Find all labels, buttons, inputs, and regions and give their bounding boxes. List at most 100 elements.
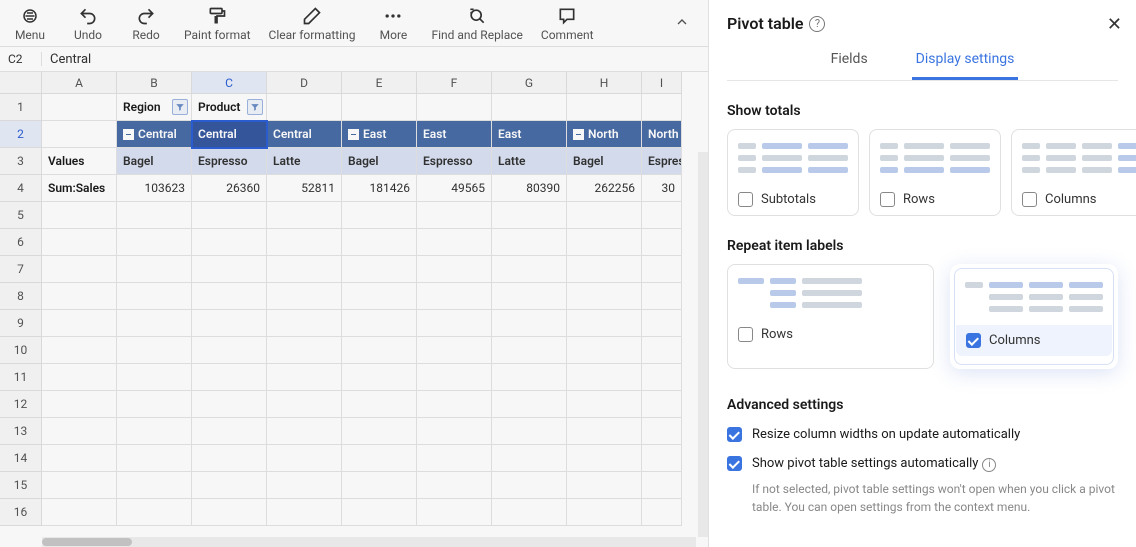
row-header[interactable]: 3 [0, 148, 42, 175]
row-header[interactable]: 12 [0, 391, 42, 418]
row-header[interactable]: 11 [0, 364, 42, 391]
filter-icon[interactable] [247, 99, 263, 115]
region-cell[interactable]: Central [267, 121, 342, 148]
data-cell[interactable]: 103623 [117, 175, 192, 202]
col-header[interactable]: H [567, 72, 642, 94]
product-cell[interactable]: Espres [642, 148, 682, 175]
sum-sales-label[interactable]: Sum:Sales [42, 175, 117, 202]
region-cell[interactable]: North [642, 121, 682, 148]
close-icon[interactable]: ✕ [1107, 14, 1122, 35]
col-header[interactable]: E [342, 72, 417, 94]
collapse-icon[interactable] [123, 129, 134, 140]
collapse-toolbar-button[interactable] [674, 14, 690, 34]
row-header[interactable]: 1 [0, 94, 42, 121]
undo-button[interactable]: Undo [68, 6, 108, 42]
product-cell[interactable]: Bagel [117, 148, 192, 175]
row-header[interactable]: 16 [0, 499, 42, 526]
row-header[interactable]: 2 [0, 121, 42, 148]
col-header[interactable]: A [42, 72, 117, 94]
tab-display-settings[interactable]: Display settings [912, 43, 1019, 80]
region-cell[interactable]: Central [117, 121, 192, 148]
product-cell[interactable]: Espresso [192, 148, 267, 175]
col-header[interactable]: B [117, 72, 192, 94]
col-header[interactable]: I [642, 72, 682, 94]
region-cell-selected[interactable]: Central [192, 121, 267, 148]
collapse-icon[interactable] [348, 129, 359, 140]
filter-icon[interactable] [172, 99, 188, 115]
row-header[interactable]: 13 [0, 418, 42, 445]
columns-checkbox[interactable] [1022, 192, 1037, 207]
cell[interactable] [42, 94, 117, 121]
cell[interactable] [567, 94, 642, 121]
repeat-rows-card[interactable]: Rows [727, 264, 934, 369]
formula-value[interactable]: Central [42, 52, 99, 67]
row-header[interactable]: 7 [0, 256, 42, 283]
repeat-columns-card[interactable]: Columns [954, 268, 1114, 365]
row-header[interactable]: 8 [0, 283, 42, 310]
clear-formatting-button[interactable]: Clear formatting [269, 6, 356, 42]
col-header[interactable]: D [267, 72, 342, 94]
scrollbar-thumb[interactable] [42, 538, 132, 546]
row-header[interactable]: 14 [0, 445, 42, 472]
select-all-corner[interactable] [0, 72, 42, 94]
data-cell[interactable]: 26360 [192, 175, 267, 202]
columns-totals-card[interactable]: Columns [1011, 129, 1136, 216]
repeat-columns-checkbox[interactable] [966, 333, 981, 348]
data-cell[interactable]: 49565 [417, 175, 492, 202]
col-header[interactable]: G [492, 72, 567, 94]
tab-fields[interactable]: Fields [827, 43, 872, 80]
subtotals-card[interactable]: Subtotals [727, 129, 859, 216]
region-cell[interactable]: East [492, 121, 567, 148]
redo-button[interactable]: Redo [126, 6, 166, 42]
paint-format-button[interactable]: Paint format [184, 6, 251, 42]
row-header[interactable]: 6 [0, 229, 42, 256]
cell[interactable] [342, 94, 417, 121]
find-replace-button[interactable]: Find and Replace [431, 6, 522, 42]
info-icon[interactable]: i [982, 458, 996, 472]
row-header[interactable]: 5 [0, 202, 42, 229]
show-auto-checkbox[interactable] [727, 456, 742, 471]
horizontal-scrollbar[interactable] [42, 537, 696, 547]
cell[interactable] [492, 94, 567, 121]
vertical-scrollbar[interactable] [698, 152, 708, 537]
region-cell[interactable]: North [567, 121, 642, 148]
more-button[interactable]: More [373, 6, 413, 42]
values-header[interactable]: Values [42, 148, 117, 175]
help-icon[interactable]: ? [809, 16, 825, 32]
cell[interactable] [42, 121, 117, 148]
data-cell[interactable]: 52811 [267, 175, 342, 202]
cell[interactable] [417, 94, 492, 121]
repeat-rows-checkbox[interactable] [738, 327, 753, 342]
cell[interactable] [267, 94, 342, 121]
row-header[interactable]: 4 [0, 175, 42, 202]
row-header[interactable]: 15 [0, 472, 42, 499]
menu-button[interactable]: Menu [10, 6, 50, 42]
product-cell[interactable]: Bagel [567, 148, 642, 175]
col-header[interactable]: F [417, 72, 492, 94]
product-cell[interactable]: Espresso [417, 148, 492, 175]
subtotals-checkbox[interactable] [738, 192, 753, 207]
data-cell[interactable]: 30 [642, 175, 682, 202]
formula-bar: C2 Central [0, 46, 708, 72]
region-header-cell[interactable]: Region [117, 94, 192, 121]
columns-totals-preview [1012, 130, 1136, 186]
rows-checkbox[interactable] [880, 192, 895, 207]
row-header[interactable]: 9 [0, 310, 42, 337]
collapse-icon[interactable] [573, 129, 584, 140]
region-cell[interactable]: East [342, 121, 417, 148]
data-cell[interactable]: 262256 [567, 175, 642, 202]
product-cell[interactable]: Latte [492, 148, 567, 175]
data-cell[interactable]: 181426 [342, 175, 417, 202]
row-header[interactable]: 10 [0, 337, 42, 364]
resize-auto-checkbox[interactable] [727, 427, 742, 442]
product-cell[interactable]: Bagel [342, 148, 417, 175]
rows-totals-card[interactable]: Rows [869, 129, 1001, 216]
product-header-cell[interactable]: Product [192, 94, 267, 121]
col-header[interactable]: C [192, 72, 267, 94]
product-cell[interactable]: Latte [267, 148, 342, 175]
data-cell[interactable]: 80390 [492, 175, 567, 202]
name-box[interactable]: C2 [0, 52, 42, 66]
region-cell[interactable]: East [417, 121, 492, 148]
comment-button[interactable]: Comment [541, 6, 594, 42]
cell[interactable] [642, 94, 682, 121]
